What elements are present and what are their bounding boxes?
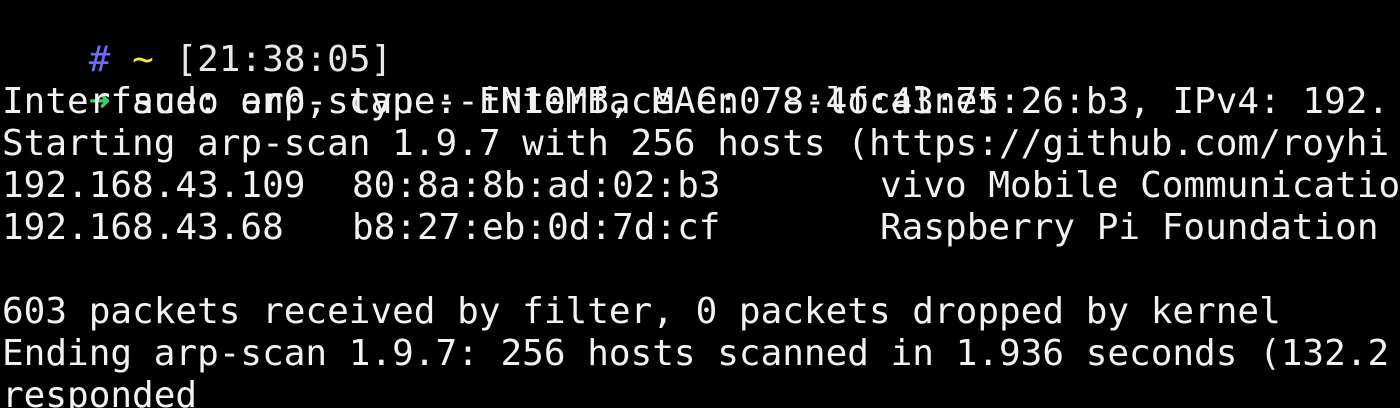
host-row: 192.168.43.109 80:8a:8b:ad:02:b3 vivo Mo… [2, 165, 1400, 207]
host-ip: 192.168.43.68 [2, 207, 284, 248]
host-vendor: Raspberry Pi Foundation [880, 207, 1379, 248]
prompt-line: # ~ [21:38:05] [2, 0, 393, 80]
output-packets-line: 603 packets received by filter, 0 packet… [2, 291, 1281, 332]
command-line: ➜ sudo arp-scan --interface en0 --localn… [2, 39, 999, 122]
host-mac: b8:27:eb:0d:7d:cf [352, 207, 721, 248]
output-starting-line: Starting arp-scan 1.9.7 with 256 hosts (… [2, 123, 1390, 164]
output-responded-line: responded [2, 375, 198, 408]
output-interface-line: Interface: en0, type: EN10MB, MAC: 78:4f… [2, 81, 1390, 122]
output-ending-line: Ending arp-scan 1.9.7: 256 hosts scanned… [2, 333, 1390, 374]
host-row: 192.168.43.68 b8:27:eb:0d:7d:cf Raspberr… [2, 207, 1400, 249]
host-mac: 80:8a:8b:ad:02:b3 [352, 165, 721, 206]
host-ip: 192.168.43.109 [2, 165, 306, 206]
host-vendor: vivo Mobile Communicatio [880, 165, 1400, 206]
terminal-window[interactable]: # ~ [21:38:05] ➜ sudo arp-scan --interfa… [0, 0, 1400, 408]
